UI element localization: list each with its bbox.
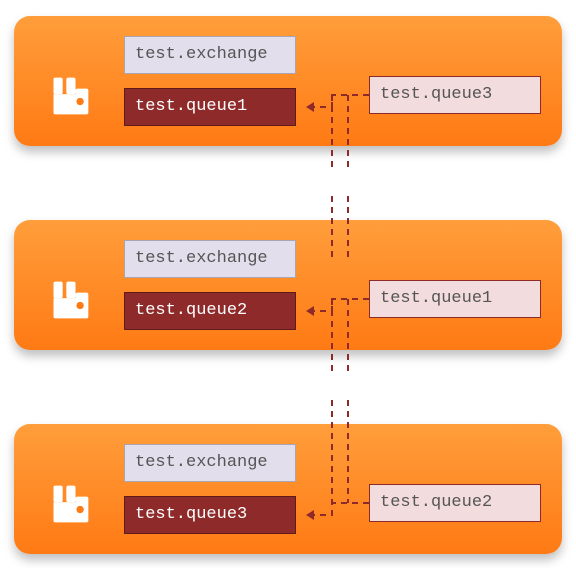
exchange-box: test.exchange <box>124 444 296 482</box>
exchange-box: test.exchange <box>124 240 296 278</box>
secondary-queue-box: test.queue3 <box>369 76 541 114</box>
broker-node-1: test.exchange test.queue1 test.queue3 <box>14 16 562 146</box>
primary-queue-box: test.queue2 <box>124 292 296 330</box>
broker-node-2: test.exchange test.queue2 test.queue1 <box>14 220 562 350</box>
exchange-box: test.exchange <box>124 36 296 74</box>
primary-queue-box: test.queue1 <box>124 88 296 126</box>
broker-node-3: test.exchange test.queue3 test.queue2 <box>14 424 562 554</box>
diagram-stage: test.exchange test.queue1 test.queue3 te… <box>0 0 576 568</box>
rabbitmq-icon <box>48 278 92 322</box>
primary-queue-box: test.queue3 <box>124 496 296 534</box>
rabbitmq-icon <box>48 74 92 118</box>
secondary-queue-box: test.queue2 <box>369 484 541 522</box>
secondary-queue-box: test.queue1 <box>369 280 541 318</box>
rabbitmq-icon <box>48 482 92 526</box>
